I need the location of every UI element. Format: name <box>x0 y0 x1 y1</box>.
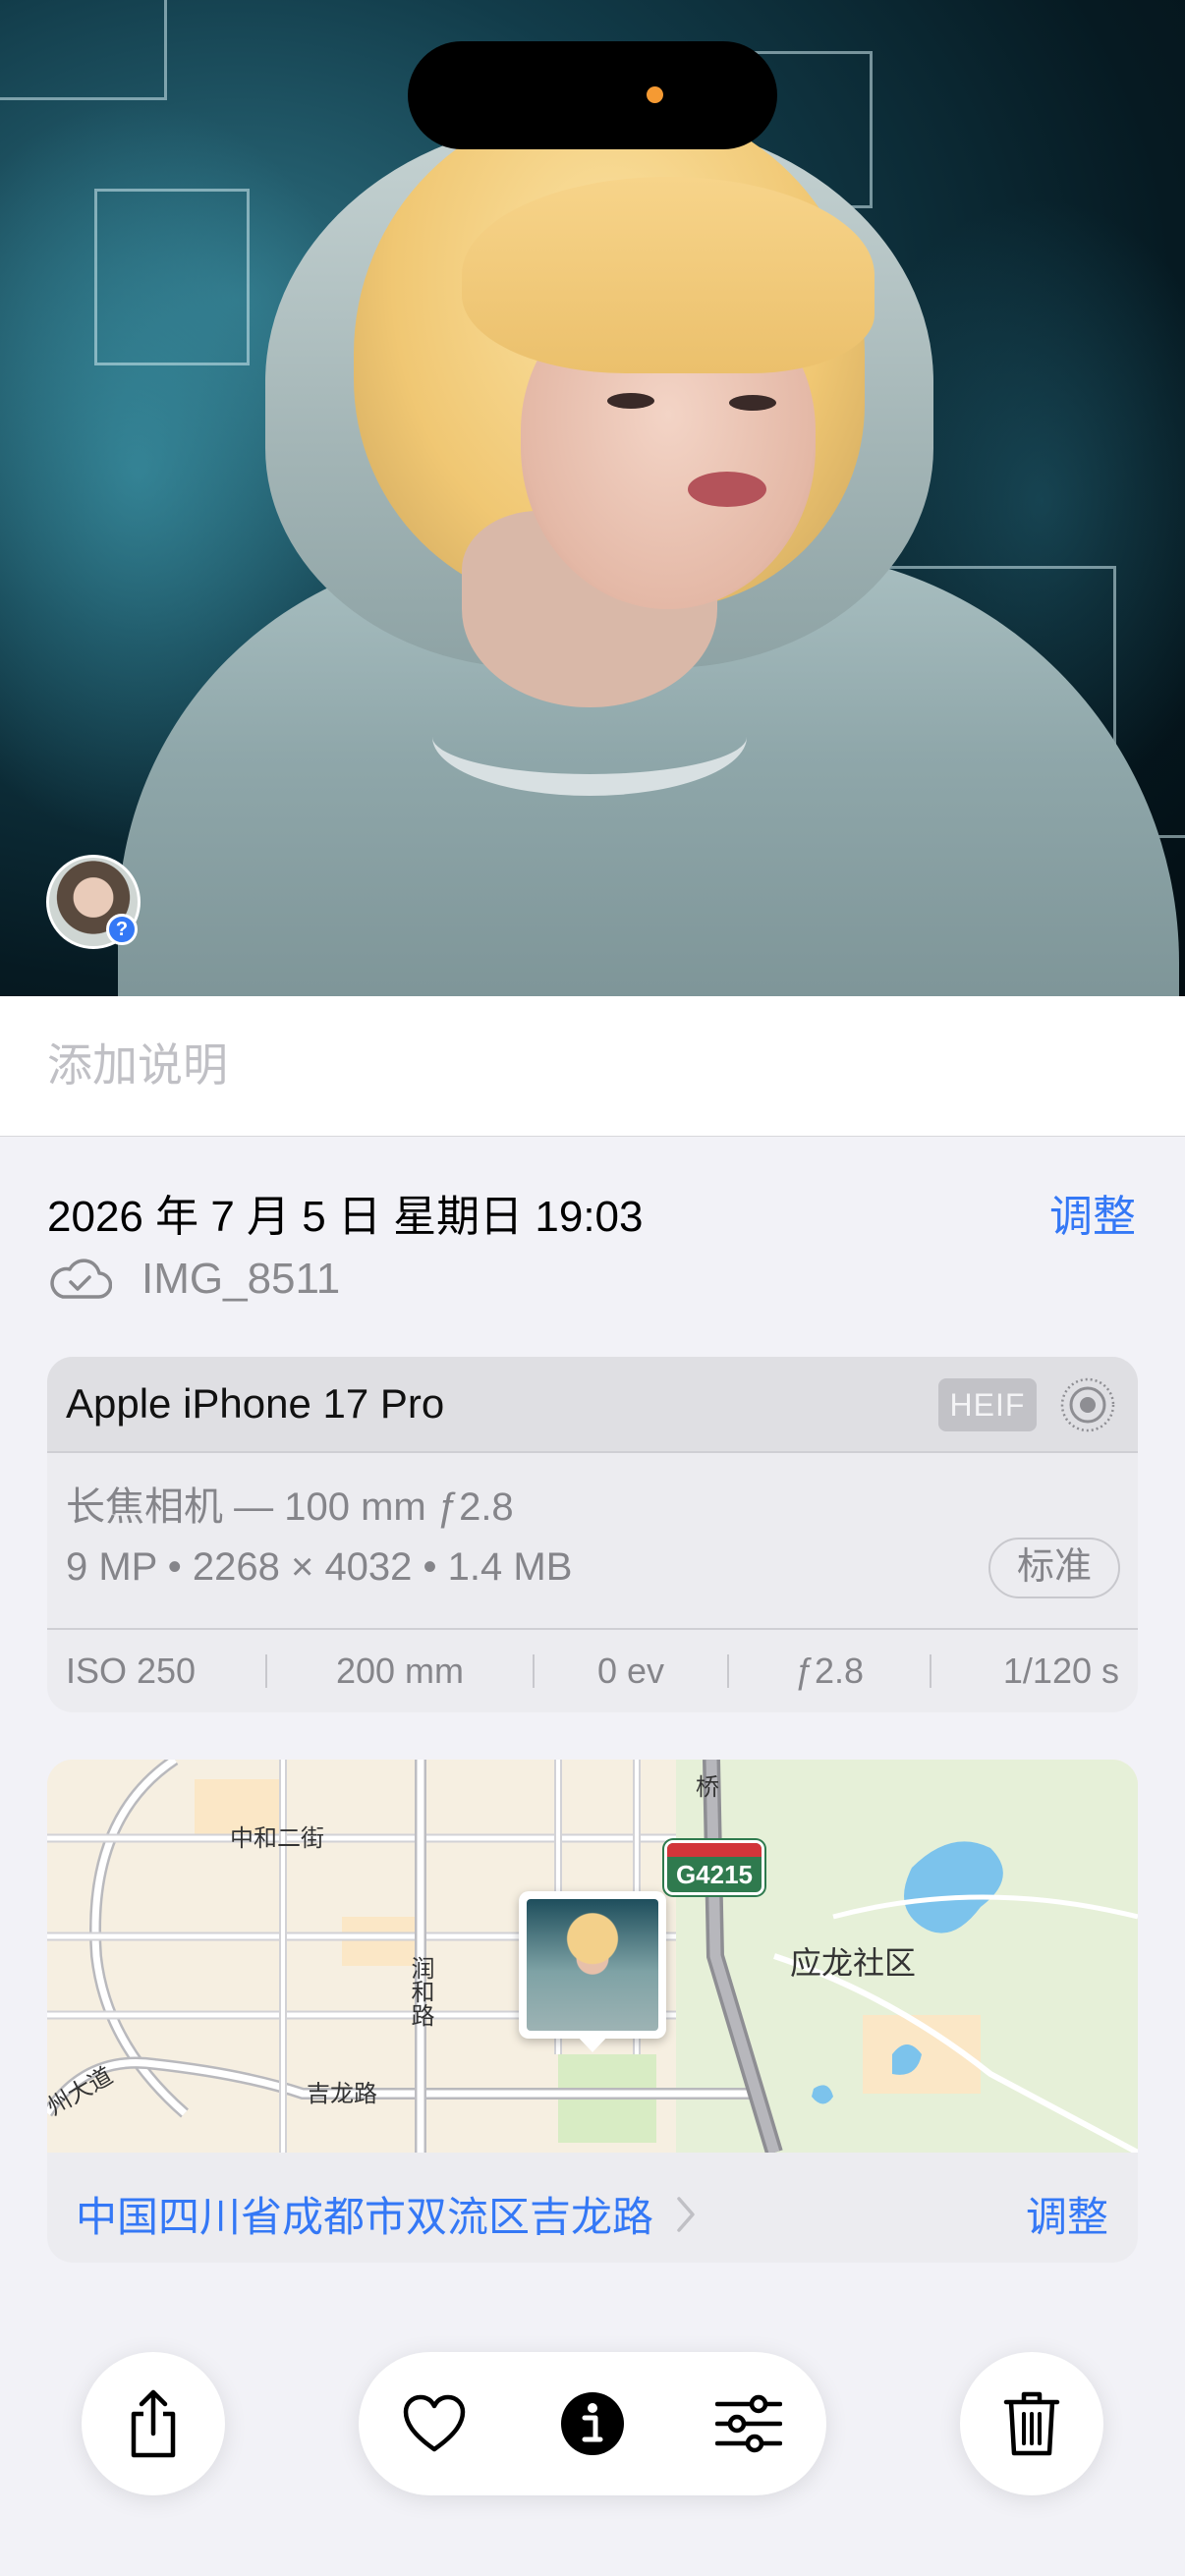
location-link[interactable]: 中国四川省成都市双流区吉龙路 <box>76 2184 697 2244</box>
highway-shield: G4215 <box>664 1840 764 1895</box>
photo-datetime: 2026 年 7 月 5 日 星期日 19:03 <box>47 1193 644 1241</box>
file-name: IMG_8511 <box>141 1255 341 1303</box>
adjust-datetime-button[interactable]: 调整 <box>1049 1181 1136 1244</box>
caption-input[interactable] <box>47 1034 1128 1096</box>
map-street-label: 吉龙路 <box>307 2081 377 2107</box>
photo-overlay-frame <box>0 0 167 100</box>
favorite-button[interactable] <box>400 2389 469 2458</box>
sliders-icon <box>715 2394 782 2453</box>
trash-icon <box>1003 2391 1060 2456</box>
exif-exposure-value: 0 ev <box>596 1651 665 1691</box>
edit-button[interactable] <box>714 2389 783 2458</box>
image-specs: 9 MP • 2268 × 4032 • 1.4 MB <box>66 1545 573 1589</box>
exif-focal-length: 200 mm <box>335 1651 465 1691</box>
live-photo-icon[interactable] <box>1059 1376 1116 1433</box>
photo-overlay-frame <box>94 189 250 365</box>
share-button[interactable] <box>82 2352 225 2495</box>
exif-iso: ISO 250 <box>66 1651 197 1691</box>
exif-shutter-speed: 1/120 s <box>1002 1651 1119 1691</box>
photo-subject-eye <box>729 395 776 411</box>
caption-section <box>0 996 1185 1137</box>
highway-shield-banner <box>667 1843 762 1857</box>
location-card: 中和二街 润和路 吉龙路 州大道 桥 应龙社区 G4215 中国四川省成都市双流… <box>47 1760 1138 2263</box>
chevron-right-icon <box>677 2196 695 2232</box>
cloud-check-icon <box>50 1259 112 1299</box>
photo-view[interactable] <box>0 0 1185 996</box>
map-street-label: 润和路 <box>407 1956 433 2027</box>
info-icon <box>561 2392 624 2455</box>
highway-shield-number: G4215 <box>675 1860 754 1889</box>
map-street-label: 桥 <box>696 1774 719 1801</box>
camera-info-header: Apple iPhone 17 Pro HEIF <box>47 1357 1138 1453</box>
photo-thumbnail <box>527 1899 658 2031</box>
pin-pointer <box>576 2035 609 2052</box>
heart-icon <box>403 2394 466 2452</box>
unknown-person-badge: ? <box>106 914 138 945</box>
lens-info: 长焦相机 — 100 mm ƒ2.8 <box>66 1485 514 1529</box>
location-map[interactable]: 中和二街 润和路 吉龙路 州大道 桥 应龙社区 G4215 <box>47 1760 1138 2153</box>
location-address: 中国四川省成都市双流区吉龙路 <box>76 2194 654 2240</box>
photographic-style-pill[interactable]: 标准 <box>988 1538 1120 1598</box>
format-badge: HEIF <box>938 1378 1037 1431</box>
exif-row: ISO 250 200 mm 0 ev ƒ2.8 1/120 s <box>47 1630 1138 1712</box>
photo-action-bar <box>359 2352 826 2495</box>
camera-info-card: Apple iPhone 17 Pro HEIF 长焦相机 — 100 mm ƒ… <box>47 1357 1138 1712</box>
photo-subject-necklace <box>432 678 747 796</box>
device-name: Apple iPhone 17 Pro <box>66 1380 445 1427</box>
photo-subject-mouth <box>688 472 766 507</box>
photo-location-pin[interactable] <box>519 1891 666 2052</box>
share-icon <box>131 2389 176 2458</box>
info-button[interactable] <box>558 2389 627 2458</box>
privacy-indicator-dot <box>647 86 663 103</box>
file-name-row: IMG_8511 <box>47 1250 340 1309</box>
exif-aperture: ƒ2.8 <box>794 1651 865 1691</box>
photo-subject-fringe <box>462 177 875 373</box>
map-district-label: 应龙社区 <box>790 1945 917 1981</box>
photo-subject-eye <box>607 393 654 409</box>
map-street-label: 中和二街 <box>230 1825 324 1852</box>
delete-button[interactable] <box>960 2352 1103 2495</box>
adjust-location-button[interactable]: 调整 <box>1026 2184 1108 2244</box>
dynamic-island <box>408 41 777 149</box>
